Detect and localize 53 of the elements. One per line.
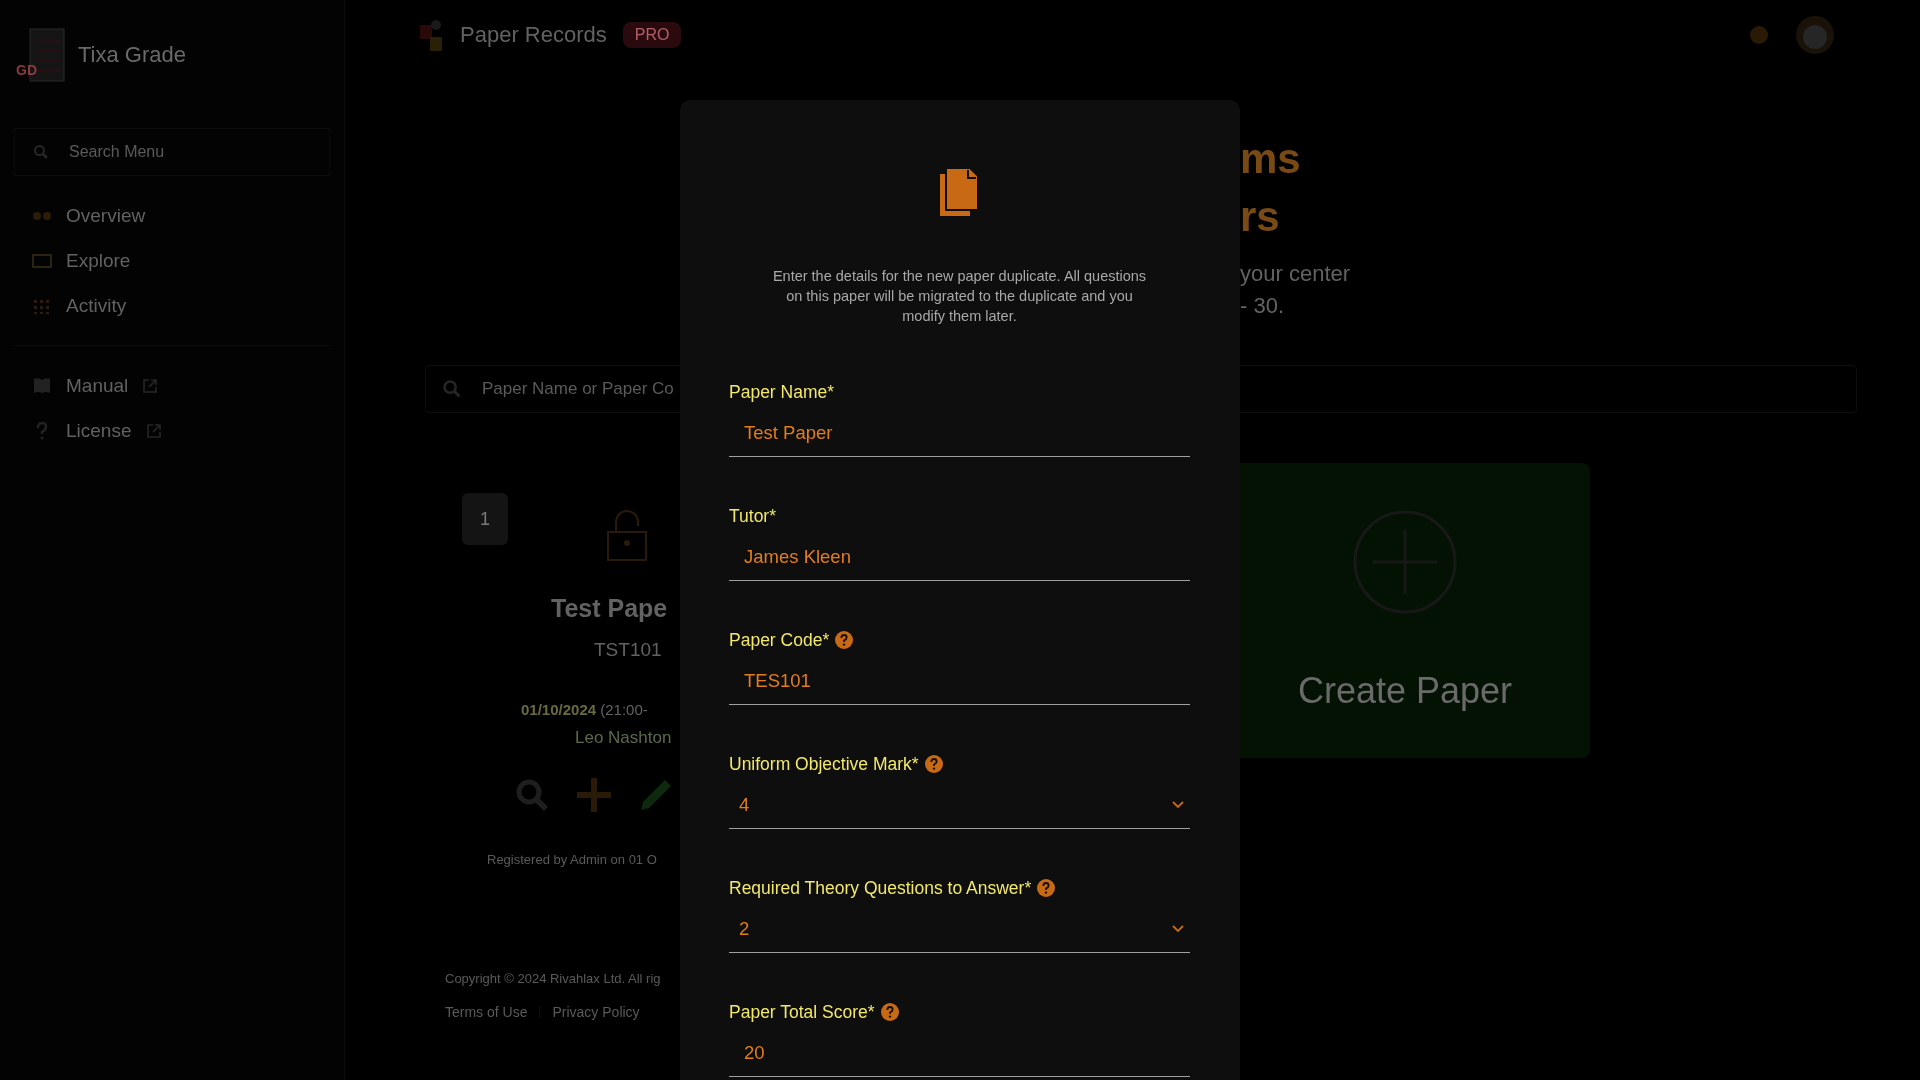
field-label: Tutor* <box>729 505 776 527</box>
field-label: Required Theory Questions to Answer* <box>729 877 1032 899</box>
footer-link[interactable]: Terms of Use <box>445 1004 528 1020</box>
field-label: Paper Name* <box>729 381 835 403</box>
avatar[interactable] <box>1795 15 1835 55</box>
search-icon[interactable] <box>515 778 549 812</box>
hero-text: your center <box>1240 260 1352 288</box>
external-link-icon <box>142 377 159 394</box>
paper-date: 01/10/2024 (21:00- <box>521 701 648 718</box>
logo-text: GD <box>16 62 37 78</box>
chevron-down-icon <box>1172 924 1184 933</box>
copyright-text: Copyright © 2024 Rivahlax Ltd. All rig <box>445 971 661 986</box>
text-field[interactable]: Test Paper <box>729 409 1190 457</box>
copy-document-icon <box>939 168 980 216</box>
brand-name: Tixa Grade <box>78 42 186 68</box>
select-field[interactable]: 2 <box>729 905 1190 953</box>
text-field[interactable]: TES101 <box>729 657 1190 705</box>
paper-tutor: Leo Nashton <box>575 728 672 748</box>
chevron-down-icon <box>1172 800 1184 809</box>
paper-code: TST101 <box>594 639 662 661</box>
hero-heading: rs <box>1240 192 1281 242</box>
search-icon <box>442 379 462 399</box>
field-label: Paper Code* <box>729 629 830 651</box>
paper-name: Test Pape <box>551 594 668 623</box>
field-label: Uniform Objective Mark* <box>729 753 919 775</box>
search-icon <box>33 144 49 160</box>
registration-note: Registered by Admin on 01 O <box>487 852 657 867</box>
footer-link[interactable]: Privacy Policy <box>552 1004 640 1020</box>
monitor-icon <box>32 252 52 269</box>
pro-badge: PRO <box>622 22 682 48</box>
menu-search-input[interactable]: Search Menu <box>67 142 278 162</box>
menu-search-field[interactable]: Search Menu <box>14 128 330 176</box>
paper-number: 1 <box>462 493 508 545</box>
nav-link[interactable]: Manual <box>32 370 344 401</box>
paper-search-input[interactable]: Paper Name or Paper Co <box>480 378 724 400</box>
text-field[interactable]: 20 <box>729 1029 1190 1077</box>
pencil-icon[interactable] <box>639 778 673 812</box>
nav-link[interactable]: License <box>32 415 344 446</box>
book-icon <box>32 376 52 395</box>
text-field[interactable]: James Kleen <box>729 533 1190 581</box>
hero-text: - 30. <box>1240 292 1286 320</box>
nav-item[interactable]: Activity <box>32 290 344 321</box>
records-icon <box>420 19 444 51</box>
nav-item[interactable]: Explore <box>32 245 344 276</box>
plus-icon[interactable] <box>577 778 611 812</box>
grid-icon <box>32 297 52 314</box>
page-title: Paper Records <box>460 22 607 48</box>
field-label: Paper Total Score* <box>729 1001 875 1023</box>
external-link-icon <box>145 422 162 439</box>
dialog-description: Enter the details for the new paper duplicate. All questions on this paper will be migrated to the duplicate and you modify them later. <box>771 267 1148 326</box>
select-field[interactable]: 4 <box>729 781 1190 829</box>
nav-item[interactable]: Overview <box>32 200 344 231</box>
hero-heading: ms <box>1240 134 1302 184</box>
